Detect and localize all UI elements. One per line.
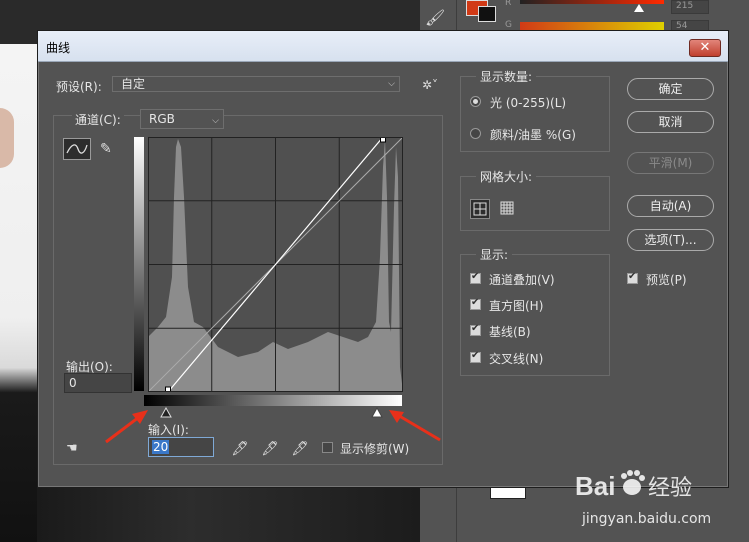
detailed-grid-icon <box>500 201 514 215</box>
green-label: G <box>505 20 512 30</box>
intersection-line-label: 交叉线(N) <box>489 352 544 366</box>
input-gradient-bar <box>144 395 402 406</box>
histogram-label: 直方图(H) <box>489 299 544 313</box>
curve-point-tool-button[interactable] <box>63 138 91 160</box>
ok-button[interactable]: 确定 <box>627 78 714 100</box>
channel-label: 通道(C): <box>72 111 124 128</box>
preset-label: 预设(R): <box>56 80 102 94</box>
black-point-slider[interactable] <box>160 407 172 419</box>
preset-select[interactable]: 自定 ⌵ <box>112 76 400 92</box>
pigment-radio[interactable] <box>470 128 481 139</box>
baseline-label: 基线(B) <box>489 325 531 339</box>
background-color-swatch[interactable] <box>478 6 496 22</box>
watermark-logo: Bai 经验 jingyan.baidu.com <box>575 470 711 527</box>
photo-face <box>0 108 14 168</box>
show-clipping-checkbox[interactable] <box>322 442 333 453</box>
preview-label: 预览(P) <box>646 273 687 287</box>
chevron-down-icon: ⌵ <box>388 79 395 89</box>
curves-dialog: 曲线 ✕ 预设(R): 自定 ⌵ ✲˅ 通道(C): RGB ⌵ ✎ 输出(O)… <box>37 30 729 488</box>
options-button[interactable]: 选项(T)... <box>627 229 714 251</box>
watermark: Bai 经验 jingyan.baidu.com <box>570 465 740 535</box>
input-field-value: 20 <box>152 440 170 454</box>
on-image-adjust-hand-icon[interactable]: ☚ <box>66 441 78 456</box>
red-label: R <box>505 0 512 8</box>
detailed-grid-button[interactable] <box>498 199 518 219</box>
curve-graph[interactable] <box>148 137 403 392</box>
cancel-button[interactable]: 取消 <box>627 111 714 133</box>
curve-icon <box>66 144 88 154</box>
gray-eyedropper-icon[interactable]: 🖋 <box>261 441 279 457</box>
black-eyedropper-icon[interactable]: 🖋 <box>231 441 249 457</box>
dialog-titlebar[interactable]: 曲线 ✕ <box>38 31 728 62</box>
gear-icon[interactable]: ✲˅ <box>422 78 438 92</box>
channel-overlay-checkbox[interactable] <box>470 271 481 284</box>
pencil-icon[interactable]: ✎ <box>100 141 112 157</box>
simple-grid-icon <box>473 202 487 216</box>
green-slider[interactable] <box>520 22 664 30</box>
input-field[interactable]: 20 <box>148 437 214 457</box>
channel-select[interactable]: RGB ⌵ <box>140 109 224 129</box>
output-gradient-bar <box>134 137 144 391</box>
smooth-button[interactable]: 平滑(M) <box>627 152 714 174</box>
red-value-field[interactable]: 215 <box>671 0 709 14</box>
watermark-url: jingyan.baidu.com <box>581 511 711 527</box>
auto-button[interactable]: 自动(A) <box>627 195 714 217</box>
output-field[interactable]: 0 <box>64 373 132 393</box>
brush-icon[interactable]: 🖌 <box>425 8 447 30</box>
watermark-brand: Bai <box>575 471 615 501</box>
dialog-title: 曲线 <box>46 41 71 55</box>
white-eyedropper-icon[interactable]: 🖋 <box>291 441 309 457</box>
light-radio[interactable] <box>470 96 481 107</box>
simple-grid-button[interactable] <box>470 199 490 219</box>
red-slider-thumb[interactable] <box>634 4 644 12</box>
show-title: 显示: <box>476 246 513 263</box>
photo-bottom <box>37 488 420 542</box>
preset-value: 自定 <box>121 77 146 91</box>
intersection-line-checkbox[interactable] <box>470 350 481 363</box>
histogram-checkbox[interactable] <box>470 297 481 310</box>
watermark-brand-cn: 经验 <box>648 476 692 501</box>
pigment-radio-label: 颜料/油墨 %(G) <box>490 128 576 142</box>
close-button[interactable]: ✕ <box>689 39 721 57</box>
input-label: 输入(I): <box>148 423 189 437</box>
show-clipping-label: 显示修剪(W) <box>340 442 410 456</box>
white-point-slider[interactable] <box>371 407 383 419</box>
light-radio-label: 光 (0-255)(L) <box>490 96 567 110</box>
channel-value: RGB <box>149 112 175 126</box>
chevron-down-icon: ⌵ <box>212 116 219 126</box>
channel-overlay-label: 通道叠加(V) <box>489 273 555 287</box>
baseline-checkbox[interactable] <box>470 323 481 336</box>
show-amount-title: 显示数量: <box>476 68 537 85</box>
preview-checkbox[interactable] <box>627 271 638 284</box>
grid-size-title: 网格大小: <box>476 168 537 185</box>
